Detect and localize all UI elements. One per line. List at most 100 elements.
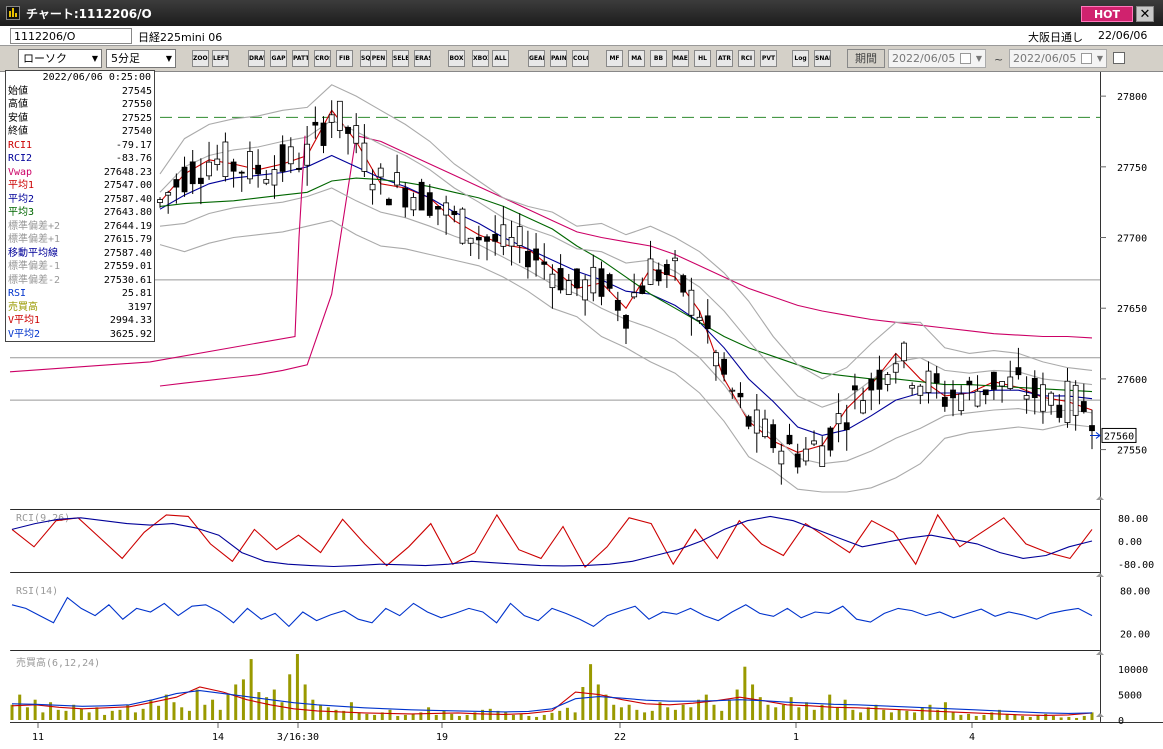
chevron-down-icon: ▼ [91, 54, 98, 63]
date-to-field[interactable]: 2022/06/05 ▼ [1009, 49, 1107, 68]
data-row-value: 27615.79 [103, 234, 152, 245]
candle-body [173, 179, 180, 188]
data-row-label: Vwap [8, 166, 33, 178]
toolbar-button-mf[interactable]: MF [606, 50, 623, 67]
calendar-icon[interactable] [960, 53, 971, 64]
toolbar-button-all[interactable]: ALL [492, 50, 509, 67]
candle-body [623, 314, 629, 329]
toolbar-button-color[interactable]: COLOR [572, 50, 589, 67]
volume-bar [897, 709, 901, 720]
toolbar-button-bb[interactable]: BB [650, 50, 667, 67]
candle-body [157, 199, 163, 203]
period-checkbox[interactable] [1113, 52, 1125, 64]
candle-body [1023, 395, 1030, 400]
period-button[interactable]: 期間 [847, 49, 885, 68]
toolbar-button-fib[interactable]: FIB [336, 50, 353, 67]
chart-canvas[interactable]: 27550276002765027700277502780027560RCI(9… [0, 72, 1163, 749]
candle-body [786, 434, 793, 445]
volume-tick-label: 5000 [1118, 691, 1142, 702]
candle-body [582, 279, 589, 301]
toolbar-button-left[interactable]: LEFT [212, 50, 229, 67]
volume-bar [1051, 715, 1055, 720]
toolbar-button-hl[interactable]: HL [694, 50, 711, 67]
volume-bar [673, 709, 677, 720]
candle-body [296, 167, 302, 170]
code-input[interactable] [10, 28, 132, 44]
candle-body [312, 121, 319, 126]
data-row-value: 27587.40 [103, 247, 152, 259]
date-from-field[interactable]: 2022/06/05 ▼ [888, 49, 986, 68]
candle-body [181, 166, 188, 193]
candle-body [574, 268, 580, 289]
candle-body [484, 236, 490, 242]
candle-body [876, 369, 883, 390]
data-row: Vwap 27648.23 [8, 166, 152, 180]
candle-body [508, 236, 515, 247]
data-row: RCI2 -83.76 [8, 152, 152, 166]
volume-bar [56, 709, 60, 720]
toolbar-button-gear[interactable]: GEAR [528, 50, 545, 67]
volume-bar [180, 707, 184, 720]
toolbar-button-rci[interactable]: RCI [738, 50, 755, 67]
chart-type-select[interactable]: ローソク ▼ [18, 49, 102, 68]
toolbar-button-draw[interactable]: DRAW [248, 50, 265, 67]
toolbar-button-cross[interactable]: CROSS [314, 50, 331, 67]
rci-tick-label: -80.00 [1118, 560, 1154, 571]
volume-bar [1082, 715, 1086, 720]
interval-select[interactable]: 5分足 ▼ [106, 49, 176, 68]
data-row: 平均2 27587.40 [8, 193, 152, 207]
volume-bar [373, 714, 377, 720]
window-title: チャート:1112206/O [26, 7, 152, 21]
toolbar-button-gap[interactable]: GAP [270, 50, 287, 67]
toolbar-button-erase[interactable]: ERASE [414, 50, 431, 67]
calendar-icon[interactable] [1081, 53, 1092, 64]
toolbar-button-box[interactable]: BOX [448, 50, 465, 67]
rsi-panel-title: RSI(14) [16, 586, 58, 597]
info-bar: 日経225mini 06 大阪日通し 22/06/06 [0, 26, 1163, 46]
candle-body [819, 445, 826, 467]
toolbar-button-snap[interactable]: SNAP [814, 50, 831, 67]
chart-area[interactable]: 27550 27600 27650 27700 27750 27800 27560 RCI(9… [0, 72, 1163, 749]
volume-bar [951, 712, 955, 720]
volume-bar [859, 712, 863, 720]
toolbar-button-xbox[interactable]: XBOX [472, 50, 489, 67]
toolbar-button-atr[interactable]: ATR [716, 50, 733, 67]
candle-body [925, 370, 932, 393]
candle-body [304, 143, 311, 166]
close-button[interactable]: ✕ [1136, 6, 1154, 22]
toolbar-button-pvt[interactable]: PVT [760, 50, 777, 67]
candle-body [1089, 425, 1095, 432]
volume-bar [627, 704, 631, 720]
toolbar-button-mae[interactable]: MAE [672, 50, 689, 67]
date-from-value: 2022/06/05 [892, 52, 956, 65]
toolbar-button-ma[interactable]: MA [628, 50, 645, 67]
candle-body [770, 424, 777, 449]
data-row: 安値 27525 [8, 112, 152, 126]
toolbar-button-log[interactable]: Log [792, 50, 809, 67]
toolbar-button-zoom[interactable]: ZOOM [192, 50, 209, 67]
time-tick-label: 14 [212, 732, 224, 743]
candle-body [206, 161, 212, 177]
candle-body [279, 144, 286, 172]
volume-bar [635, 709, 639, 720]
toolbar-button-paint[interactable]: PAINT [550, 50, 567, 67]
candle-body [843, 422, 850, 431]
data-row: 平均1 27547.00 [8, 179, 152, 193]
data-row-value: 27525 [121, 112, 152, 124]
toolbar-button-pattern[interactable]: PATTERN [292, 50, 309, 67]
volume-bar [974, 715, 978, 720]
toolbar-button-pen[interactable]: PEN [370, 50, 387, 67]
hot-button[interactable]: HOT [1081, 6, 1133, 22]
rsi-tick-label: 20.00 [1120, 630, 1150, 641]
data-row-value: 27545 [121, 85, 152, 97]
data-row-value: 27587.40 [103, 193, 152, 205]
candle-body [868, 378, 875, 391]
market-session: 大阪日通し [1028, 31, 1083, 44]
data-row-label: 平均3 [8, 207, 35, 218]
candle-body [524, 250, 531, 268]
volume-bar [311, 699, 315, 720]
toolbar-button-select[interactable]: SELECT [392, 50, 409, 67]
price-tick-label: 27550 [1117, 446, 1147, 457]
candle-body [377, 167, 384, 178]
volume-bar [643, 712, 647, 720]
